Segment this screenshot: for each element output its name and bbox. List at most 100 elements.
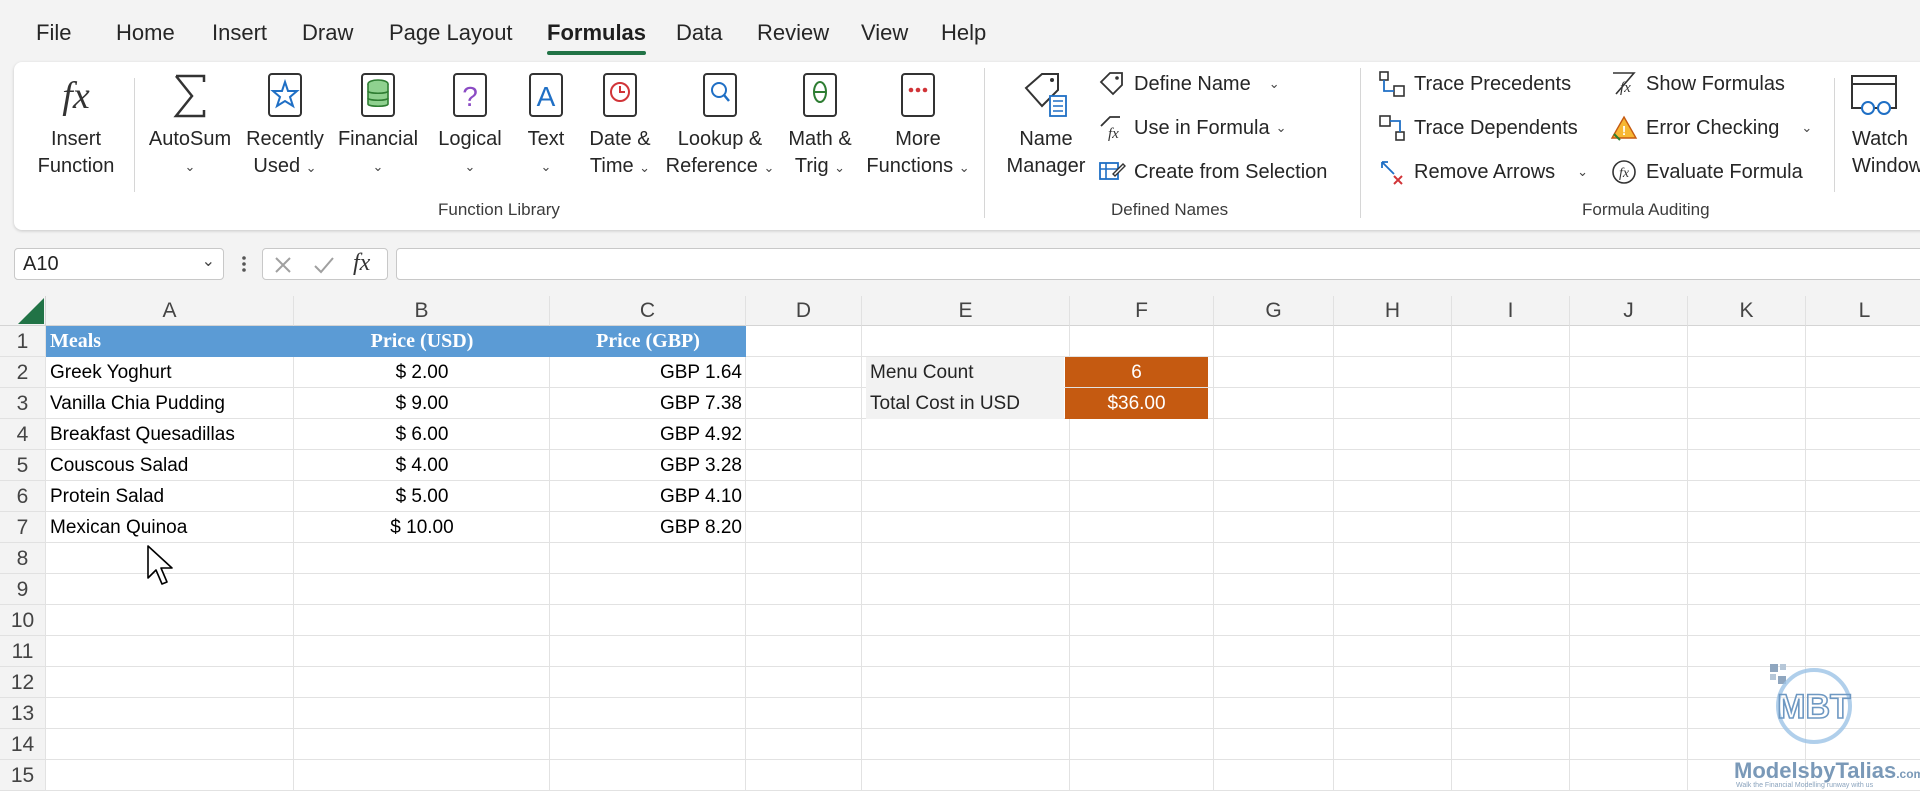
tab-help[interactable]: Help [941,20,986,46]
watch-window-label: Watch [1852,128,1908,150]
row-header-8[interactable]: 8 [0,543,46,574]
cell-meal[interactable]: Mexican Quinoa [46,512,294,543]
row-header-15[interactable]: 15 [0,760,46,791]
row-header-1[interactable]: 1 [0,326,46,357]
cell-price-usd[interactable]: $ 6.00 [294,419,550,450]
coins-book-icon [361,73,395,117]
total-cost-value[interactable]: $36.00 [1065,388,1208,419]
row-header-5[interactable]: 5 [0,450,46,481]
more-options-icon[interactable] [236,254,252,274]
column-header-j[interactable]: J [1570,296,1688,326]
row-header-6[interactable]: 6 [0,481,46,512]
tab-page-layout[interactable]: Page Layout [389,20,513,46]
row-header-4[interactable]: 4 [0,419,46,450]
row-header-7[interactable]: 7 [0,512,46,543]
total-cost-label[interactable]: Total Cost in USD [866,388,1064,419]
tab-view[interactable]: View [861,20,908,46]
fx-icon: fx [62,75,90,117]
column-header-i[interactable]: I [1452,296,1570,326]
financial-button[interactable]: Financial ⌄ [330,70,426,180]
cell-price-usd[interactable]: $ 2.00 [294,357,550,388]
formula-input[interactable] [396,248,1920,280]
more-functions-button[interactable]: More Functions ⌄ [862,70,974,181]
enter-check-icon[interactable] [313,255,335,275]
cell-price-gbp[interactable]: GBP 8.20 [550,512,746,543]
tab-formulas[interactable]: Formulas [547,20,647,55]
define-name-button[interactable]: Define Name ⌄ [1098,68,1280,100]
show-formulas-button[interactable]: fx Show Formulas [1610,68,1785,100]
cell-meal[interactable]: Breakfast Quesadillas [46,419,294,450]
cell-price-gbp[interactable]: GBP 3.28 [550,450,746,481]
name-manager-button[interactable]: Name Manager [998,70,1094,180]
remove-arrows-button[interactable]: Remove Arrows ⌄ [1378,156,1588,188]
cell-price-gbp[interactable]: GBP 1.64 [550,357,746,388]
tab-review[interactable]: Review [757,20,829,46]
header-meals[interactable]: Meals [46,326,294,357]
insert-function-fx-icon[interactable]: fx [353,250,370,277]
create-from-selection-button[interactable]: Create from Selection [1098,156,1327,188]
tab-insert[interactable]: Insert [212,20,267,46]
name-box[interactable]: A10 ⌄ [14,248,224,280]
row-header-13[interactable]: 13 [0,698,46,729]
math-trig-button[interactable]: Math & Trig ⌄ [780,70,860,181]
watch-window-button[interactable]: Watch Window [1840,70,1920,180]
insert-function-button[interactable]: fx Insert Function [28,70,124,180]
column-header-f[interactable]: F [1070,296,1214,326]
row-header-9[interactable]: 9 [0,574,46,605]
evaluate-formula-button[interactable]: fx Evaluate Formula [1610,156,1803,188]
svg-text:fx: fx [1619,166,1630,181]
cell-meal[interactable]: Couscous Salad [46,450,294,481]
column-header-g[interactable]: G [1214,296,1334,326]
error-checking-button[interactable]: ! Error Checking ⌄ [1610,112,1812,144]
menu-count-label[interactable]: Menu Count [866,357,1064,388]
chevron-down-icon[interactable]: ⌄ [202,251,215,271]
trace-precedents-button[interactable]: Trace Precedents [1378,68,1571,100]
text-functions-button[interactable]: A Text ⌄ [514,70,578,180]
cell-price-usd[interactable]: $ 9.00 [294,388,550,419]
menu-count-value[interactable]: 6 [1065,357,1208,387]
cell-price-gbp[interactable]: GBP 4.92 [550,419,746,450]
column-header-l[interactable]: L [1806,296,1920,326]
cell-price-usd[interactable]: $ 4.00 [294,450,550,481]
row-header-11[interactable]: 11 [0,636,46,667]
row-header-10[interactable]: 10 [0,605,46,636]
trace-dependents-button[interactable]: Trace Dependents [1378,112,1578,144]
cancel-icon[interactable] [273,255,293,275]
autosum-button[interactable]: AutoSum ⌄ [144,70,236,180]
row-header-12[interactable]: 12 [0,667,46,698]
chevron-down-icon: ⌄ [372,159,384,174]
cell-price-usd[interactable]: $ 5.00 [294,481,550,512]
lookup-label: Lookup & [677,128,763,150]
lookup-label-2: Reference [665,155,758,177]
tab-home[interactable]: Home [116,20,175,46]
tab-file[interactable]: File [36,20,71,46]
column-header-c[interactable]: C [550,296,746,326]
cell-price-usd[interactable]: $ 10.00 [294,512,550,543]
error-checking-icon: ! [1610,115,1638,141]
column-header-h[interactable]: H [1334,296,1452,326]
tab-draw[interactable]: Draw [302,20,353,46]
recently-used-button[interactable]: Recently Used ⌄ [242,70,328,181]
select-all-corner[interactable] [0,296,46,326]
cell-price-gbp[interactable]: GBP 4.10 [550,481,746,512]
column-header-b[interactable]: B [294,296,550,326]
use-in-formula-button[interactable]: fx Use in Formula ⌄ [1098,112,1287,144]
row-header-14[interactable]: 14 [0,729,46,760]
row-header-2[interactable]: 2 [0,357,46,388]
logical-button[interactable]: ? Logical ⌄ [428,70,512,180]
lookup-reference-button[interactable]: Lookup & Reference ⌄ [662,70,778,181]
tab-data[interactable]: Data [676,20,722,46]
header-price-gbp[interactable]: Price (GBP) [550,326,746,357]
column-header-d[interactable]: D [746,296,862,326]
cell-meal[interactable]: Greek Yoghurt [46,357,294,388]
date-time-button[interactable]: Date & Time ⌄ [580,70,660,181]
column-header-e[interactable]: E [862,296,1070,326]
header-price-usd[interactable]: Price (USD) [294,326,550,357]
cell-meal[interactable]: Protein Salad [46,481,294,512]
name-manager-label: Name [1019,128,1073,150]
row-header-3[interactable]: 3 [0,388,46,419]
cell-price-gbp[interactable]: GBP 7.38 [550,388,746,419]
column-header-a[interactable]: A [46,296,294,326]
column-header-k[interactable]: K [1688,296,1806,326]
cell-meal[interactable]: Vanilla Chia Pudding [46,388,294,419]
